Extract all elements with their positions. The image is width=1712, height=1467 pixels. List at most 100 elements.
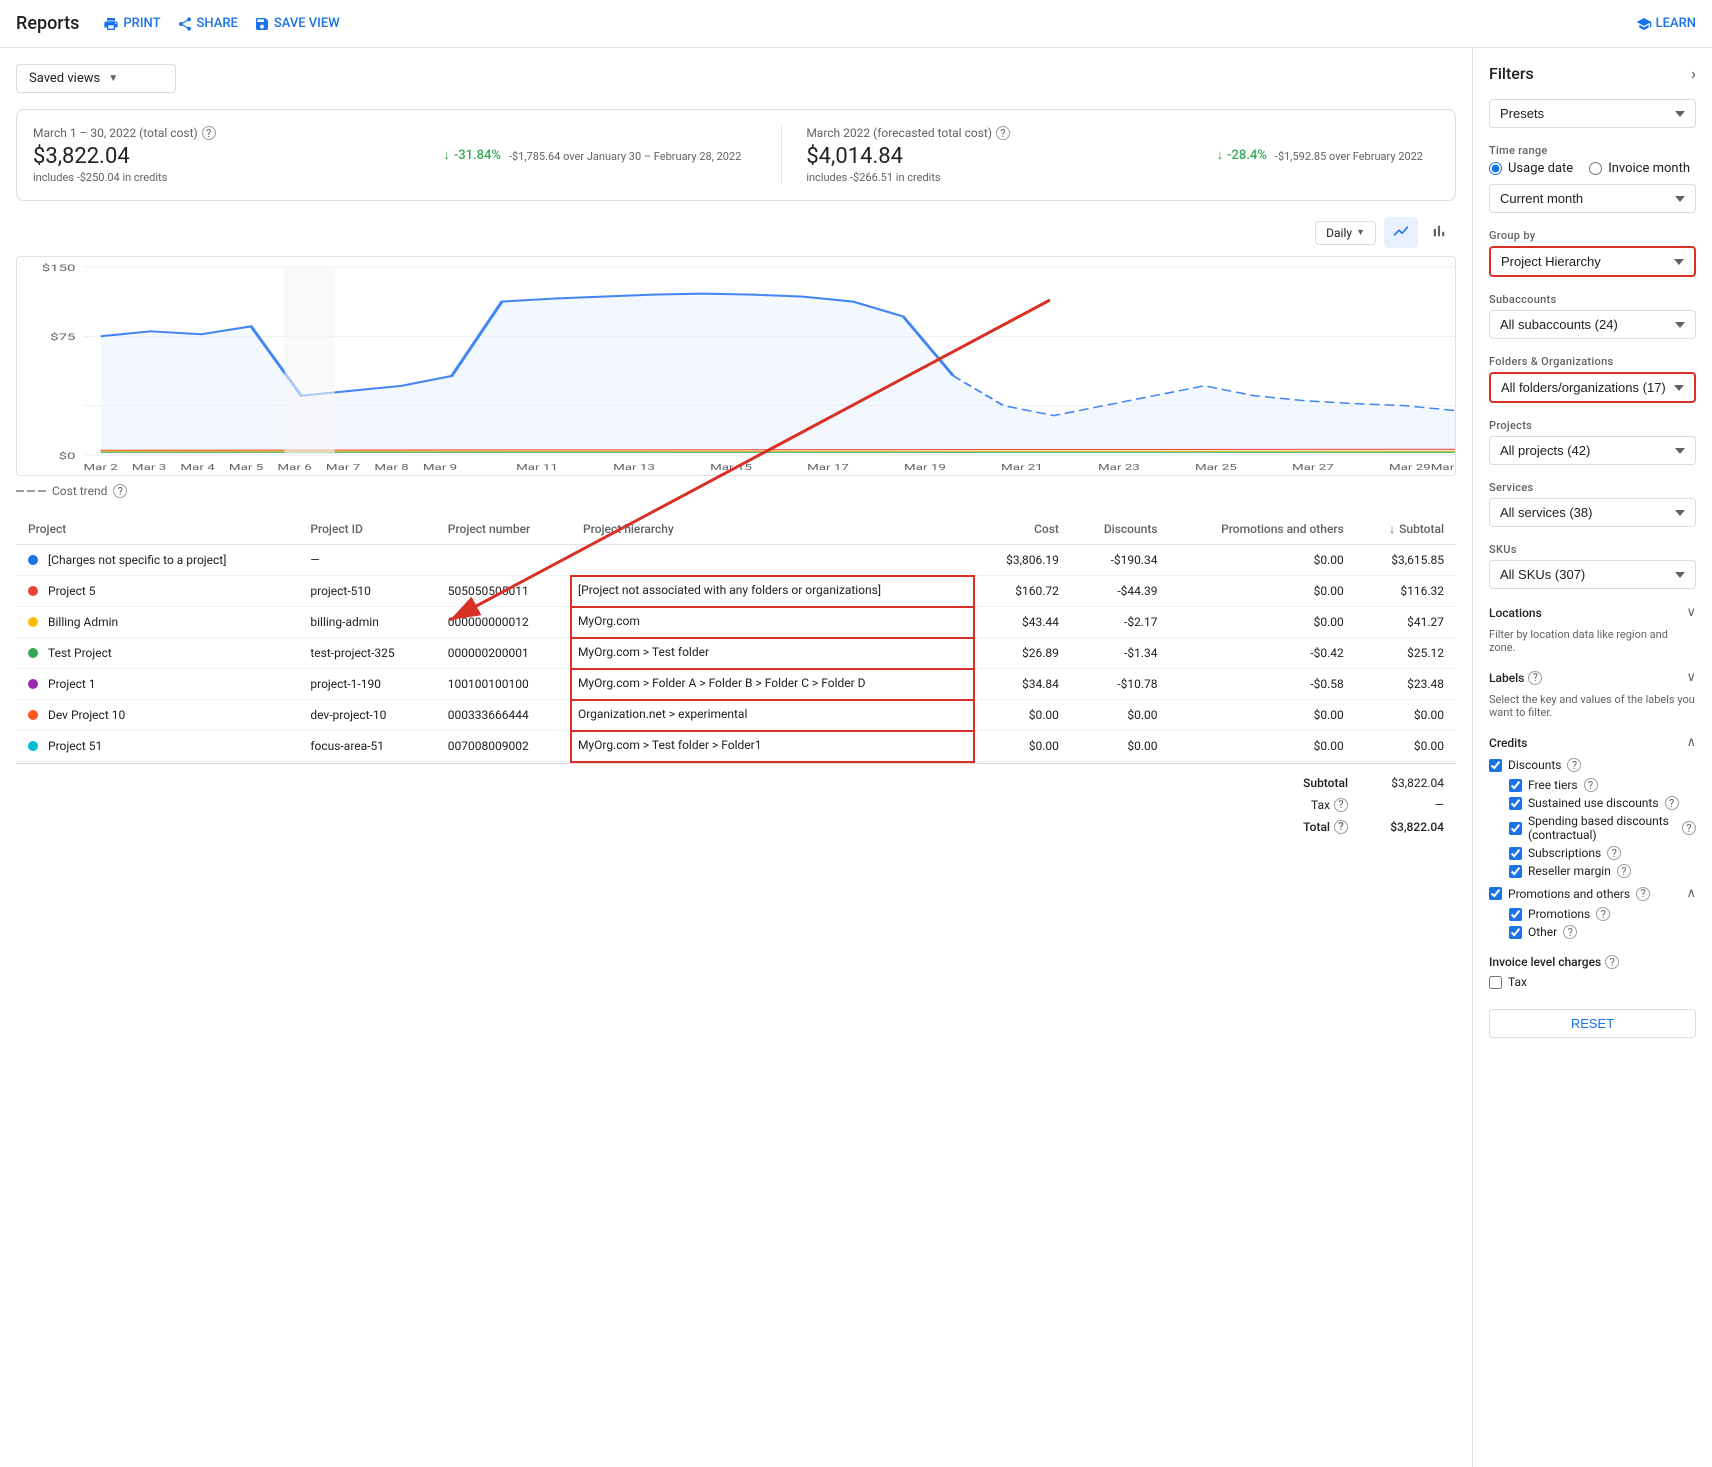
- line-chart-button[interactable]: [1384, 217, 1418, 248]
- project-number-cell: 000000200001: [436, 638, 571, 669]
- learn-button[interactable]: LEARN: [1636, 16, 1696, 32]
- forecast-cost-help-icon[interactable]: ?: [996, 126, 1010, 140]
- discounts-cell: $0.00: [1071, 731, 1170, 762]
- hierarchy-cell: Organization.net > experimental: [571, 700, 974, 731]
- promotions-help-icon[interactable]: ?: [1596, 907, 1610, 921]
- invoice-month-radio[interactable]: Invoice month: [1589, 161, 1690, 176]
- current-cost-change-detail: -$1,785.64 over January 30 – February 28…: [509, 150, 741, 163]
- free-tiers-help-icon[interactable]: ?: [1584, 778, 1598, 792]
- invoice-charges-header: Invoice level charges ?: [1489, 955, 1696, 969]
- data-table: Project Project ID Project number Projec…: [16, 514, 1456, 763]
- promotions-and-others-checkbox[interactable]: Promotions and others: [1489, 887, 1630, 901]
- labels-help-icon[interactable]: ?: [1528, 671, 1542, 685]
- cost-cell: $160.72: [974, 576, 1071, 607]
- saved-views-dropdown[interactable]: Saved views ▼: [16, 64, 176, 93]
- promo-cell: $0.00: [1170, 700, 1356, 731]
- promotions-and-others-label: Promotions and others: [1508, 887, 1630, 901]
- cost-trend-help-icon[interactable]: ?: [113, 484, 127, 498]
- reseller-margin-help-icon[interactable]: ?: [1617, 864, 1631, 878]
- subscriptions-help-icon[interactable]: ?: [1607, 846, 1621, 860]
- sustained-use-item: Sustained use discounts ?: [1509, 796, 1696, 810]
- reseller-margin-checkbox[interactable]: Reseller margin: [1509, 864, 1611, 878]
- time-period-dropdown[interactable]: Current month: [1489, 184, 1696, 213]
- share-button[interactable]: SHARE: [177, 16, 238, 32]
- invoice-charges-help-icon[interactable]: ?: [1605, 955, 1619, 969]
- project-name-cell: [Charges not specific to a project]: [16, 545, 298, 576]
- subscriptions-checkbox[interactable]: Subscriptions: [1509, 846, 1601, 860]
- subtotal-cell: $3,615.85: [1356, 545, 1456, 576]
- promotions-checkbox[interactable]: Promotions: [1509, 907, 1590, 921]
- other-help-icon[interactable]: ?: [1563, 925, 1577, 939]
- folders-orgs-dropdown[interactable]: All folders/organizations (17): [1489, 372, 1696, 403]
- svg-text:Mar 6: Mar 6: [277, 463, 311, 472]
- save-view-button[interactable]: SAVE VIEW: [254, 16, 340, 32]
- svg-text:$150: $150: [42, 263, 76, 274]
- promotions-main: Promotions and others ? ∧: [1489, 886, 1696, 901]
- filters-sidebar: Filters › Presets Time range Usage date: [1472, 48, 1712, 1467]
- locations-desc: Filter by location data like region and …: [1489, 628, 1696, 654]
- usage-date-radio[interactable]: Usage date: [1489, 161, 1573, 176]
- share-label: SHARE: [197, 16, 238, 31]
- services-dropdown[interactable]: All services (38): [1489, 498, 1696, 527]
- usage-date-label: Usage date: [1508, 161, 1573, 176]
- reset-button[interactable]: RESET: [1489, 1009, 1696, 1038]
- save-view-label: SAVE VIEW: [274, 16, 340, 31]
- spending-based-label: Spending based discounts (contractual): [1528, 814, 1676, 842]
- share-icon: [177, 16, 193, 32]
- group-by-dropdown[interactable]: Project Hierarchy: [1489, 246, 1696, 277]
- project-number-cell: 505050505011: [436, 576, 571, 607]
- sustained-use-checkbox[interactable]: Sustained use discounts: [1509, 796, 1659, 810]
- subtotal-cell: $116.32: [1356, 576, 1456, 607]
- spending-based-item: Spending based discounts (contractual) ?: [1509, 814, 1696, 842]
- discounts-cell: -$2.17: [1071, 607, 1170, 638]
- col-project-number: Project number: [436, 514, 571, 545]
- chart-area: $150 $75 $0 Mar 2: [16, 256, 1456, 476]
- tax-checkbox[interactable]: [1489, 976, 1502, 989]
- promotions-and-others-help-icon[interactable]: ?: [1636, 887, 1650, 901]
- presets-dropdown[interactable]: Presets: [1489, 99, 1696, 128]
- total-value: $3,822.04: [1364, 820, 1444, 834]
- free-tiers-checkbox[interactable]: Free tiers: [1509, 778, 1578, 792]
- projects-label: Projects: [1489, 419, 1696, 432]
- subaccounts-dropdown[interactable]: All subaccounts (24): [1489, 310, 1696, 339]
- svg-text:Mar 23: Mar 23: [1098, 463, 1140, 472]
- total-help-icon[interactable]: ?: [1334, 820, 1348, 834]
- projects-dropdown[interactable]: All projects (42): [1489, 436, 1696, 465]
- discounts-group: Discounts ? Free tiers ?: [1489, 758, 1696, 878]
- promotions-children: Promotions ? Other ?: [1489, 907, 1696, 939]
- spending-based-help-icon[interactable]: ?: [1682, 821, 1696, 835]
- promotions-toggle[interactable]: ∧: [1686, 886, 1696, 901]
- tax-help-icon[interactable]: ?: [1334, 798, 1348, 812]
- table-row: [Charges not specific to a project] — $3…: [16, 545, 1456, 576]
- discounts-cell: -$44.39: [1071, 576, 1170, 607]
- filters-heading: Filters: [1489, 64, 1534, 83]
- discounts-checkbox[interactable]: Discounts: [1489, 758, 1561, 772]
- sustained-use-help-icon[interactable]: ?: [1665, 796, 1679, 810]
- labels-section: Labels ? ∨ Select the key and values of …: [1489, 670, 1696, 719]
- credits-header: Credits ∧: [1489, 735, 1696, 750]
- forecast-change-detail: -$1,592.85 over February 2022: [1275, 150, 1423, 163]
- credits-label: Credits: [1489, 736, 1527, 750]
- learn-label: LEARN: [1656, 16, 1696, 31]
- promotions-item: Promotions ?: [1509, 907, 1696, 921]
- spending-based-checkbox[interactable]: Spending based discounts (contractual): [1509, 814, 1676, 842]
- subtotal-label: Subtotal: [1303, 776, 1348, 790]
- skus-dropdown[interactable]: All SKUs (307): [1489, 560, 1696, 589]
- credits-toggle[interactable]: ∧: [1686, 735, 1696, 750]
- locations-toggle[interactable]: ∨: [1686, 605, 1696, 620]
- print-button[interactable]: PRINT: [103, 16, 160, 32]
- current-cost-help-icon[interactable]: ?: [202, 126, 216, 140]
- filters-expand-icon[interactable]: ›: [1691, 64, 1696, 83]
- subaccounts-label: Subaccounts: [1489, 293, 1696, 306]
- labels-toggle[interactable]: ∨: [1686, 670, 1696, 685]
- other-checkbox[interactable]: Other: [1509, 925, 1557, 939]
- group-by-label: Group by: [1489, 229, 1696, 242]
- granularity-dropdown[interactable]: Daily ▼: [1315, 221, 1376, 245]
- other-item: Other ?: [1509, 925, 1696, 939]
- table-row: Dev Project 10 dev-project-10 0003336664…: [16, 700, 1456, 731]
- chevron-down-icon: ▼: [108, 73, 118, 84]
- table-body: [Charges not specific to a project] — $3…: [16, 545, 1456, 762]
- locations-header: Locations ∨: [1489, 605, 1696, 620]
- bar-chart-button[interactable]: [1422, 217, 1456, 248]
- discounts-help-icon[interactable]: ?: [1567, 758, 1581, 772]
